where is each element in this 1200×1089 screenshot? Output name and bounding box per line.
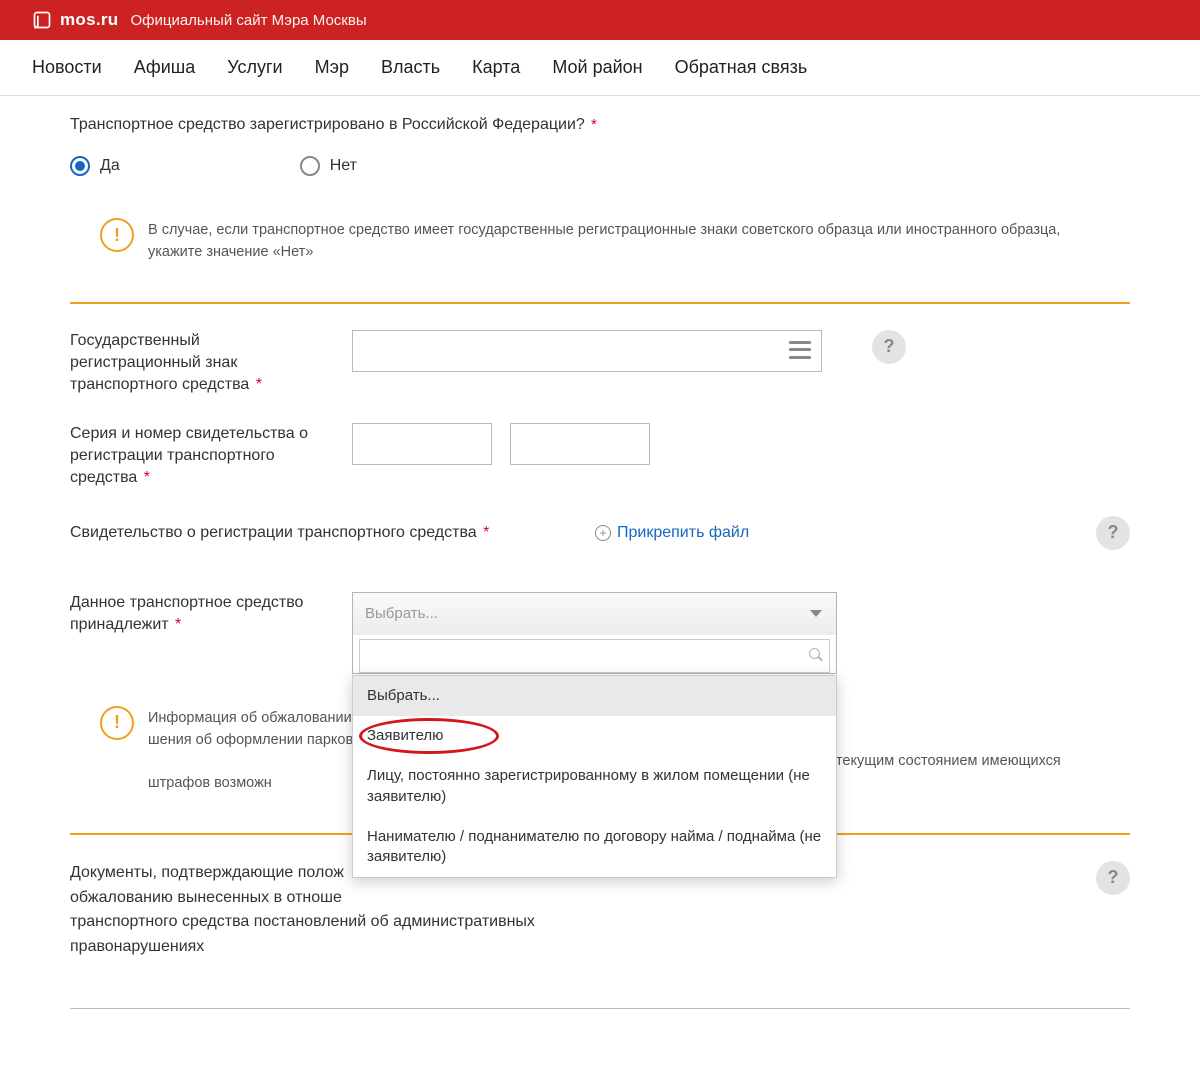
nav-afisha[interactable]: Афиша: [134, 57, 196, 78]
cert-doc-label-text: Свидетельство о регистрации транспортног…: [70, 524, 477, 541]
nav-map[interactable]: Карта: [472, 57, 520, 78]
help-plate-icon[interactable]: ?: [872, 330, 906, 364]
search-icon: [809, 648, 823, 662]
nav-government[interactable]: Власть: [381, 57, 440, 78]
required-asterisk: *: [591, 116, 597, 133]
nav-feedback[interactable]: Обратная связь: [675, 57, 808, 78]
owner-dropdown-list: Выбрать... Заявителю Лицу, постоянно зар…: [352, 675, 837, 879]
radio-group-registered: Да Нет: [70, 156, 1130, 176]
info-soviet-text: В случае, если транспортное средство име…: [148, 222, 1060, 260]
cert-doc-label: Свидетельство о регистрации транспортног…: [70, 522, 575, 544]
logo-text[interactable]: mos.ru: [60, 10, 118, 30]
plate-label-text: Государственный регистрационный знак тра…: [70, 332, 249, 394]
row-cert-series: Серия и номер свидетельства о регистраци…: [70, 423, 1130, 490]
info-soviet-plates: ! В случае, если транспортное средство и…: [70, 204, 1130, 280]
owner-option-applicant[interactable]: Заявителю: [353, 716, 836, 756]
owner-option-resident[interactable]: Лицу, постоянно зарегистрированному в жи…: [353, 756, 836, 817]
divider-grey-1: [70, 1008, 1130, 1009]
nav-news[interactable]: Новости: [32, 57, 102, 78]
row-owner: Данное транспортное средство принадлежит…: [70, 592, 1130, 674]
required-asterisk: *: [175, 616, 181, 633]
help-cert-icon[interactable]: ?: [1096, 516, 1130, 550]
owner-option-placeholder[interactable]: Выбрать...: [353, 676, 836, 716]
info-appeal-t1: Информация об обжаловании: [148, 710, 352, 726]
help-docs-icon[interactable]: ?: [1096, 861, 1130, 895]
logo-icon: [32, 10, 52, 30]
hamburger-icon[interactable]: [789, 341, 811, 359]
attach-file-button[interactable]: + Прикрепить файл: [595, 524, 749, 542]
docs-label-l2: обжалованию вынесенных в отноше: [70, 889, 342, 906]
cert-series-label-text: Серия и номер свидетельства о регистраци…: [70, 425, 308, 487]
cert-series-label: Серия и номер свидетельства о регистраци…: [70, 423, 332, 490]
nav-district[interactable]: Мой район: [552, 57, 642, 78]
cert-series-input[interactable]: [352, 423, 492, 465]
owner-dropdown-search[interactable]: [359, 639, 830, 673]
radio-no[interactable]: Нет: [300, 156, 357, 176]
chevron-down-icon: [810, 607, 824, 621]
top-bar: mos.ru Официальный сайт Мэра Москвы: [0, 0, 1200, 40]
owner-option-applicant-text: Заявителю: [367, 727, 443, 744]
plate-input[interactable]: [352, 330, 822, 372]
main-nav: Новости Афиша Услуги Мэр Власть Карта Мо…: [0, 40, 1200, 96]
plate-label: Государственный регистрационный знак тра…: [70, 330, 332, 397]
warning-icon: !: [100, 218, 134, 252]
radio-no-circle: [300, 156, 320, 176]
site-tagline: Официальный сайт Мэра Москвы: [130, 12, 366, 29]
owner-dropdown-head[interactable]: Выбрать...: [353, 593, 836, 635]
required-asterisk: *: [144, 469, 150, 486]
attach-file-label: Прикрепить файл: [617, 524, 749, 542]
nav-services[interactable]: Услуги: [227, 57, 282, 78]
row-plate: Государственный регистрационный знак тра…: [70, 330, 1130, 397]
divider-orange-1: [70, 302, 1130, 304]
radio-yes-label: Да: [100, 157, 120, 175]
owner-label: Данное транспортное средство принадлежит…: [70, 592, 332, 637]
owner-option-tenant[interactable]: Нанимателю / поднанимателю по договору н…: [353, 817, 836, 878]
owner-dropdown-search-input[interactable]: [360, 640, 805, 672]
warning-icon: !: [100, 706, 134, 740]
radio-yes-circle: [70, 156, 90, 176]
question-registered-label: Транспортное средство зарегистрировано в…: [70, 116, 585, 133]
owner-label-text: Данное транспортное средство принадлежит: [70, 594, 303, 633]
radio-yes[interactable]: Да: [70, 156, 120, 176]
info-icon-wrap: !: [100, 218, 134, 252]
cert-number-input[interactable]: [510, 423, 650, 465]
docs-label-l1: Документы, подтверждающие полож: [70, 864, 344, 881]
owner-dropdown-placeholder: Выбрать...: [365, 605, 438, 622]
required-asterisk: *: [256, 376, 262, 393]
form-page: Транспортное средство зарегистрировано в…: [0, 96, 1200, 1089]
row-cert-doc: Свидетельство о регистрации транспортног…: [70, 516, 1130, 550]
question-registered: Транспортное средство зарегистрировано в…: [70, 116, 1130, 134]
owner-dropdown[interactable]: Выбрать... Выбрать... Заявителю Лицу, по…: [352, 592, 837, 674]
info-icon-wrap-2: !: [100, 706, 134, 740]
nav-mayor[interactable]: Мэр: [315, 57, 349, 78]
required-asterisk: *: [483, 524, 489, 541]
docs-label-l3: транспортного средства постановлений об …: [70, 913, 535, 930]
radio-no-label: Нет: [330, 157, 357, 175]
plus-icon: +: [595, 525, 611, 541]
